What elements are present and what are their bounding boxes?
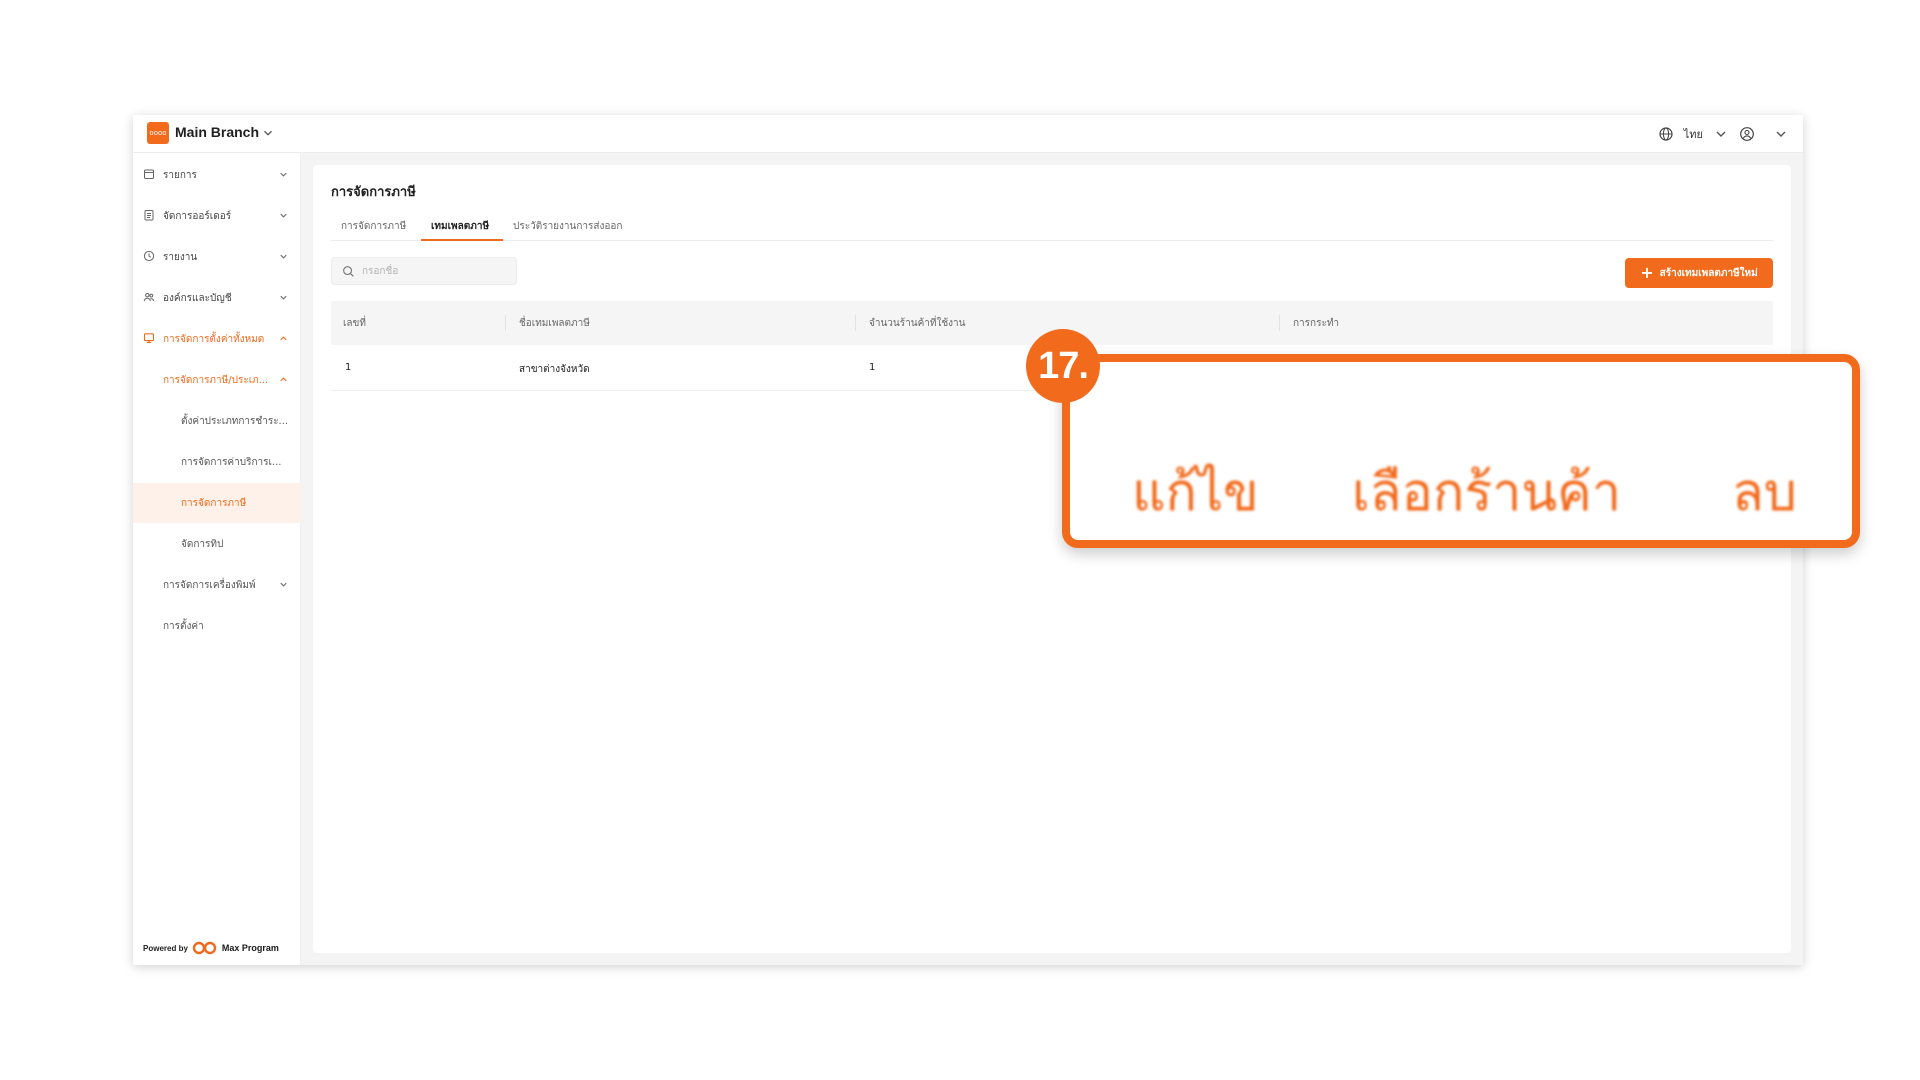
tab-bar: การจัดการภาษี เทมเพลตภาษี ประวัติรายงานก… [331,213,1773,241]
tab-export-history[interactable]: ประวัติรายงานการส่งออก [513,219,622,234]
user-avatar-icon[interactable] [1739,126,1755,142]
column-header: การกระทำ [1293,318,1340,329]
powered-by-name: Max Program [221,943,279,953]
cell-number: 1 [345,362,352,373]
column-divider [1279,315,1280,331]
sidebar-item-label: การจัดการภาษี [181,498,247,509]
sidebar-item-label: การจัดการตั้งค่าทั้งหมด [163,334,265,345]
chevron-down-icon [280,172,287,177]
zoom-callout: แก้ไข เลือกร้านค้า ลบ [1062,354,1860,548]
sidebar-item-label: การจัดการเครื่องพิมพ์ [163,580,256,591]
tab-tax-management[interactable]: การจัดการภาษี [341,219,406,234]
edit-action[interactable]: แก้ไข [1132,450,1259,533]
chevron-up-icon [280,377,287,382]
sidebar-item-organization[interactable]: องค์กรและบัญชี [133,278,301,318]
sidebar-item-label: จัดการออร์เดอร์ [163,211,232,222]
content-card: การจัดการภาษี การจัดการภาษี เทมเพลตภาษี … [313,165,1791,953]
max-program-logo-icon [192,941,217,955]
sidebar-item-payment-types[interactable]: ตั้งค่าประเภทการชำระ... [133,401,301,441]
page-title: การจัดการภาษี [331,185,416,200]
chevron-up-icon [280,336,287,341]
column-divider [505,315,506,331]
chevron-down-icon [280,213,287,218]
sidebar-item-all-settings[interactable]: การจัดการตั้งค่าทั้งหมด [133,319,301,359]
users-icon [143,292,155,302]
create-tax-template-button[interactable]: + สร้างเทมเพลตภาษีใหม่ [1625,258,1773,288]
delete-action[interactable]: ลบ [1732,450,1797,533]
sidebar-item-tax-category[interactable]: การจัดการภาษี/ประเภ... [133,360,301,400]
chevron-down-icon [280,295,287,300]
language-selector[interactable]: ไทย [1684,125,1703,143]
chevron-down-icon [280,254,287,259]
main-area: การจัดการภาษี การจัดการภาษี เทมเพลตภาษี … [301,153,1803,965]
brand-logo: oooo [147,122,169,144]
sidebar-item-label: รายการ [163,170,197,181]
sidebar-item-label: การตั้งค่า [163,621,204,632]
clipboard-icon [144,210,154,221]
search-input[interactable] [362,263,512,279]
chevron-down-icon[interactable] [1773,126,1789,142]
cell-store-count: 1 [869,362,876,373]
powered-by-text: Powered by [143,943,188,953]
chevron-down-icon[interactable] [1713,126,1729,142]
chevron-down-icon[interactable] [261,126,275,140]
sidebar-item-reports[interactable]: รายงาน [133,237,301,277]
select-store-action[interactable]: เลือกร้านค้า [1352,450,1621,533]
sidebar-item-list[interactable]: รายการ [133,155,301,195]
clock-icon [143,250,155,262]
monitor-icon [143,333,155,344]
sidebar-item-label: การจัดการภาษี/ประเภ... [163,375,269,386]
tab-tax-templates[interactable]: เทมเพลตภาษี [431,219,489,234]
powered-by: Powered by Max Program [143,941,279,955]
stage: oooo Main Branch ไทย รายการ จัดการออร์เด… [0,0,1920,1080]
sidebar-item-tips[interactable]: จัดการทิป [133,524,301,564]
sidebar-item-label: องค์กรและบัญชี [163,293,232,304]
search-box[interactable] [331,257,517,285]
active-tab-indicator [421,239,503,241]
sidebar: รายการ จัดการออร์เดอร์ รายงาน องค์กรและบ… [133,153,301,965]
top-right-controls: ไทย [1658,125,1789,143]
calendar-icon [144,169,154,179]
sidebar-item-service-charge[interactable]: การจัดการค่าบริการเ... [133,442,301,482]
search-icon [343,266,354,277]
sidebar-item-label: รายงาน [163,252,198,263]
sidebar-item-label: จัดการทิป [181,539,224,550]
globe-icon[interactable] [1658,126,1674,142]
top-bar: oooo Main Branch ไทย [133,115,1803,153]
sidebar-item-label: ตั้งค่าประเภทการชำระ... [181,416,289,427]
sidebar-item-settings[interactable]: การตั้งค่า [133,606,301,646]
column-header: จำนวนร้านค้าที่ใช้งาน [869,318,966,329]
column-header: เลขที่ [343,318,366,329]
plus-icon: + [1640,263,1654,282]
chevron-down-icon [280,582,287,587]
step-badge: 17. [1026,329,1100,403]
sidebar-item-printers[interactable]: การจัดการเครื่องพิมพ์ [133,565,301,605]
cell-template-name: สาขาต่างจังหวัด [519,364,590,375]
create-button-label: สร้างเทมเพลตภาษีใหม่ [1659,267,1758,279]
sidebar-item-label: การจัดการค่าบริการเ... [181,457,282,468]
column-header: ชื่อเทมเพลตภาษี [519,318,590,329]
sidebar-item-tax-management[interactable]: การจัดการภาษี [133,483,301,523]
sidebar-item-orders[interactable]: จัดการออร์เดอร์ [133,196,301,236]
column-divider [855,315,856,331]
branch-selector[interactable]: Main Branch [175,124,259,140]
